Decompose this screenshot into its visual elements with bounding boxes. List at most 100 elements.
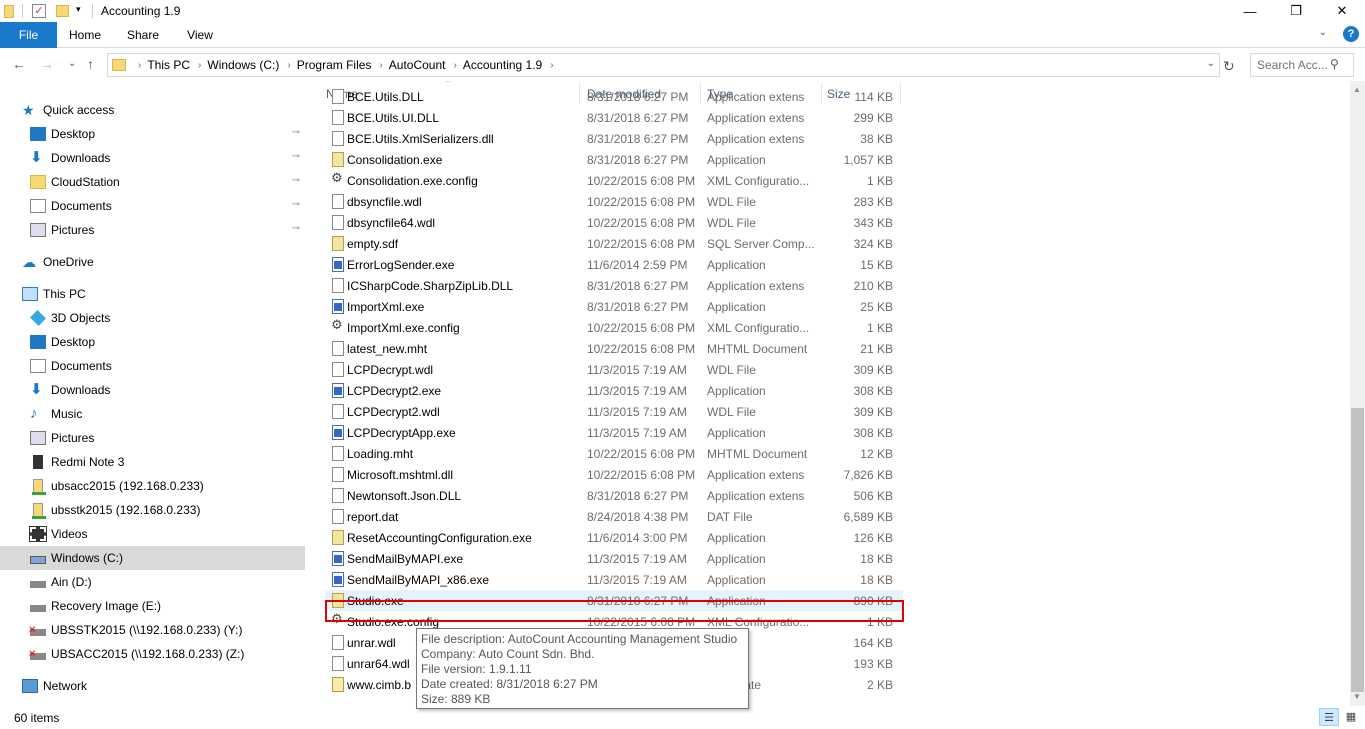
file-row[interactable]: latest_new.mht 10/22/2015 6:08 PM MHTML Do… — [325, 338, 903, 359]
maximize-button[interactable]: ❐ — [1273, 0, 1319, 22]
file-row[interactable]: SendMailByMAPI.exe 11/3/2015 7:19 AM Appli… — [325, 548, 903, 569]
file-row[interactable]: report.dat 8/24/2018 4:38 PM DAT File 6,589… — [325, 506, 903, 527]
sidebar-item-ubsstk2015-192-168-0-233[interactable]: ubsstk2015 (192.168.0.233) — [0, 498, 305, 522]
sidebar-item-this-pc[interactable]: This PC — [0, 282, 305, 306]
sidebar-item-videos[interactable]: Videos — [0, 522, 305, 546]
tab-file[interactable]: File — [0, 22, 57, 48]
address-bar[interactable]: › This PC › Windows (C:) › Program Files… — [107, 53, 1220, 77]
file-row[interactable]: LCPDecrypt.wdl 11/3/2015 7:19 AM WDL File 3… — [325, 359, 903, 380]
close-button[interactable]: ✕ — [1319, 0, 1365, 22]
file-row[interactable]: ErrorLogSender.exe 11/6/2014 2:59 PM Appli… — [325, 254, 903, 275]
expand-ribbon-icon[interactable]: ⌄ — [1319, 27, 1327, 38]
sidebar-item-quick-access[interactable]: ★ Quick access — [0, 98, 305, 122]
breadcrumb-separator-icon[interactable]: › — [198, 60, 201, 71]
breadcrumb-this-pc[interactable]: This PC — [147, 58, 190, 72]
sidebar-item-redmi-note-3[interactable]: Redmi Note 3 — [0, 450, 305, 474]
new-folder-icon[interactable] — [56, 5, 69, 17]
file-row[interactable]: ICSharpCode.SharpZipLib.DLL 8/31/2018 6:2… — [325, 275, 903, 296]
vertical-scrollbar[interactable]: ▲ ▼ — [1350, 81, 1365, 706]
file-row[interactable]: Loading.mht 10/22/2015 6:08 PM MHTML Docum… — [325, 443, 903, 464]
file-row[interactable]: ImportXml.exe.config 10/22/2015 6:08 PM XM… — [325, 317, 903, 338]
up-arrow-icon[interactable]: ↑ — [87, 56, 94, 72]
sidebar-item-desktop[interactable]: Desktop — [0, 330, 305, 354]
sidebar-item-pictures[interactable]: Pictures ⊸ — [0, 218, 305, 242]
file-row[interactable]: Newtonsoft.Json.DLL 8/31/2018 6:27 PM Appl… — [325, 485, 903, 506]
sidebar-item-ubsacc2015-192-168-0-233-z[interactable]: UBSACC2015 (\\192.168.0.233) (Z:) — [0, 642, 305, 666]
sidebar-item-network[interactable]: Network — [0, 674, 305, 698]
sidebar-item-label: UBSACC2015 (\\192.168.0.233) (Z:) — [51, 647, 245, 661]
file-row[interactable]: dbsyncfile64.wdl 10/22/2015 6:08 PM WDL Fi… — [325, 212, 903, 233]
tab-home[interactable]: Home — [57, 22, 113, 48]
file-type: Application extens — [707, 111, 805, 125]
breadcrumb-separator-icon[interactable]: › — [550, 60, 553, 71]
sidebar-item-pictures[interactable]: Pictures — [0, 426, 305, 450]
sidebar-item-3d-objects[interactable]: 3D Objects — [0, 306, 305, 330]
large-icons-view-icon[interactable]: ▦ — [1341, 708, 1361, 726]
sidebar-item-desktop[interactable]: Desktop ⊸ — [0, 122, 305, 146]
breadcrumb-separator-icon[interactable]: › — [453, 60, 456, 71]
back-arrow-icon[interactable]: ← — [12, 56, 26, 72]
file-size: 18 KB — [860, 573, 893, 587]
sidebar-item-documents[interactable]: Documents — [0, 354, 305, 378]
scrollbar-thumb[interactable] — [1351, 408, 1364, 692]
file-name: LCPDecrypt2.wdl — [347, 405, 440, 419]
address-history-icon[interactable]: ⌄ — [1207, 58, 1215, 69]
sidebar-item-recovery-image-e[interactable]: Recovery Image (E:) — [0, 594, 305, 618]
breadcrumb-separator-icon[interactable]: › — [379, 60, 382, 71]
file-row[interactable]: Consolidation.exe.config 10/22/2015 6:08 … — [325, 170, 903, 191]
minimize-button[interactable]: — — [1227, 0, 1273, 22]
forward-arrow-icon[interactable]: → — [40, 56, 54, 72]
file-row[interactable]: empty.sdf 10/22/2015 6:08 PM SQL Server Co… — [325, 233, 903, 254]
sidebar-item-onedrive[interactable]: ☁ OneDrive — [0, 250, 305, 274]
sidebar-item-ubsacc2015-192-168-0-233[interactable]: ubsacc2015 (192.168.0.233) — [0, 474, 305, 498]
file-app-icon — [332, 572, 344, 587]
recent-locations-icon[interactable]: ⌄ — [68, 58, 76, 69]
file-date-modified: 10/22/2015 6:08 PM — [587, 237, 696, 251]
sidebar-item-cloudstation[interactable]: CloudStation ⊸ — [0, 170, 305, 194]
file-row[interactable]: LCPDecrypt2.exe 11/3/2015 7:19 AM Applicat… — [325, 380, 903, 401]
file-row[interactable]: LCPDecrypt2.wdl 11/3/2015 7:19 AM WDL File… — [325, 401, 903, 422]
tab-share[interactable]: Share — [113, 22, 173, 48]
file-row[interactable]: SendMailByMAPI_x86.exe 11/3/2015 7:19 AM A… — [325, 569, 903, 590]
file-row[interactable]: BCE.Utils.XmlSerializers.dll 8/31/2018 6:… — [325, 128, 903, 149]
breadcrumb-separator-icon[interactable]: › — [138, 60, 141, 71]
sidebar-item-ain-d[interactable]: Ain (D:) — [0, 570, 305, 594]
file-size: 114 KB — [854, 90, 893, 104]
properties-icon[interactable]: ✓ — [32, 4, 46, 18]
file-tooltip: File description: AutoCount Accounting M… — [416, 628, 749, 709]
file-doc-icon — [332, 467, 344, 482]
pin-icon: ⊸ — [291, 127, 300, 138]
file-row[interactable]: LCPDecryptApp.exe 11/3/2015 7:19 AM Applic… — [325, 422, 903, 443]
file-size: 6,589 KB — [843, 510, 893, 524]
breadcrumb-autocount[interactable]: AutoCount — [389, 58, 446, 72]
sidebar-item-windows-c[interactable]: Windows (C:) — [0, 546, 305, 570]
file-doc-icon — [332, 110, 344, 125]
sidebar-item-music[interactable]: ♪ Music — [0, 402, 305, 426]
file-row[interactable]: ResetAccountingConfiguration.exe 11/6/201… — [325, 527, 903, 548]
breadcrumb-separator-icon[interactable]: › — [287, 60, 290, 71]
scroll-down-icon[interactable]: ▼ — [1353, 692, 1361, 701]
file-row[interactable]: ImportXml.exe 8/31/2018 6:27 PM Applicatio… — [325, 296, 903, 317]
tab-view[interactable]: View — [173, 22, 227, 48]
sidebar-item-label: UBSSTK2015 (\\192.168.0.233) (Y:) — [51, 623, 243, 637]
drive-icon — [30, 581, 46, 588]
breadcrumb-windows-c[interactable]: Windows (C:) — [207, 58, 279, 72]
file-row[interactable]: BCE.Utils.DLL 8/31/2018 6:27 PM Applicatio… — [325, 86, 903, 107]
breadcrumb-accounting[interactable]: Accounting 1.9 — [463, 58, 542, 72]
file-row[interactable]: BCE.Utils.UI.DLL 8/31/2018 6:27 PM Applica… — [325, 107, 903, 128]
breadcrumb-program-files[interactable]: Program Files — [297, 58, 372, 72]
details-view-icon[interactable]: ☰ — [1319, 708, 1339, 726]
file-row[interactable]: Microsoft.mshtml.dll 10/22/2015 6:08 PM Ap… — [325, 464, 903, 485]
file-row[interactable]: Consolidation.exe 8/31/2018 6:27 PM Applic… — [325, 149, 903, 170]
sidebar-item-label: ubsstk2015 (192.168.0.233) — [51, 503, 201, 517]
refresh-icon[interactable]: ↻ — [1223, 58, 1235, 75]
help-icon[interactable]: ? — [1343, 26, 1359, 42]
sidebar-item-ubsstk2015-192-168-0-233-y[interactable]: UBSSTK2015 (\\192.168.0.233) (Y:) — [0, 618, 305, 642]
file-row[interactable]: dbsyncfile.wdl 10/22/2015 6:08 PM WDL File… — [325, 191, 903, 212]
sidebar-item-documents[interactable]: Documents ⊸ — [0, 194, 305, 218]
sidebar-item-label: Downloads — [51, 383, 111, 397]
scroll-up-icon[interactable]: ▲ — [1353, 85, 1361, 94]
customize-quick-access-icon[interactable]: ▾ — [76, 4, 81, 20]
sidebar-item-downloads[interactable]: ⬇ Downloads — [0, 378, 305, 402]
sidebar-item-downloads[interactable]: ⬇ Downloads ⊸ — [0, 146, 305, 170]
